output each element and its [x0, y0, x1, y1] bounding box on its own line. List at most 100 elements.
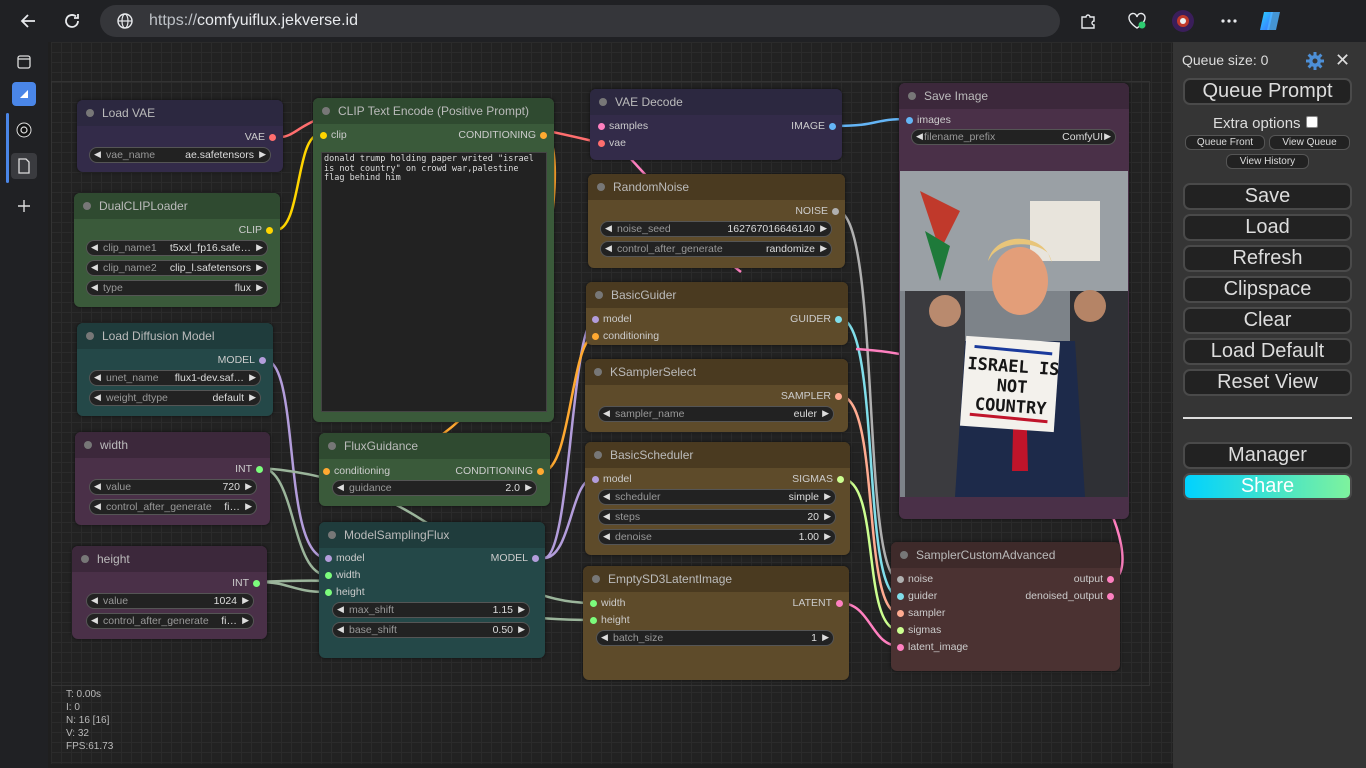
slot-dot[interactable] [259, 356, 266, 364]
chatgpt-icon[interactable] [12, 118, 36, 142]
back-arrow-icon[interactable] [15, 8, 41, 34]
view-queue-button[interactable]: View Queue [1269, 135, 1350, 150]
node-title[interactable]: Load Diffusion Model [77, 323, 273, 349]
node-random-noise[interactable]: RandomNoise NOISE noise_seed 162767016646… [588, 174, 845, 268]
extra-options-checkbox[interactable] [1306, 116, 1318, 128]
output-latent[interactable]: LATENT [793, 596, 843, 610]
widget-type[interactable]: type flux [86, 280, 268, 296]
workspace-icon[interactable] [12, 82, 36, 106]
input-conditioning[interactable]: conditioning [592, 329, 659, 343]
node-title[interactable]: FluxGuidance [319, 433, 550, 459]
input-height[interactable]: height [590, 613, 630, 627]
widget-guidance[interactable]: guidance 2.0 [332, 480, 537, 496]
more-dots-icon[interactable] [1216, 8, 1242, 34]
address-bar[interactable]: https://comfyuiflux.jekverse.id [100, 5, 1060, 37]
slot-dot[interactable] [537, 467, 544, 475]
url-text[interactable]: https://comfyuiflux.jekverse.id [149, 12, 358, 30]
graph-canvas[interactable]: Load VAE VAE vae_name ae.safetensors Dual… [51, 42, 1173, 764]
node-title[interactable]: VAE Decode [590, 89, 842, 115]
close-icon[interactable]: ✕ [1335, 50, 1350, 71]
widget-steps[interactable]: steps 20 [598, 509, 836, 525]
slot-dot[interactable] [836, 599, 843, 607]
widget-scheduler[interactable]: scheduler simple [598, 489, 836, 505]
input-sampler[interactable]: sampler [897, 606, 945, 620]
share-button[interactable]: Share [1183, 473, 1352, 500]
widget-noise-seed[interactable]: noise_seed 162767016646140 [600, 221, 832, 237]
widget-unet-name[interactable]: unet_name flux1-dev.saf… [89, 370, 261, 386]
slot-dot[interactable] [323, 467, 330, 475]
slot-dot[interactable] [1107, 592, 1114, 600]
input-guider[interactable]: guider [897, 589, 937, 603]
load-button[interactable]: Load [1183, 214, 1352, 241]
gear-icon[interactable] [1305, 51, 1325, 76]
input-width[interactable]: width [325, 568, 361, 582]
slot-dot[interactable] [897, 609, 904, 617]
node-vae-decode[interactable]: VAE Decode samples vae IMAGE [590, 89, 842, 160]
slot-dot[interactable] [325, 588, 332, 596]
slot-dot[interactable] [897, 592, 904, 600]
slot-dot[interactable] [835, 392, 842, 400]
slot-dot[interactable] [598, 122, 605, 130]
slot-dot[interactable] [897, 643, 904, 651]
reset-view-button[interactable]: Reset View [1183, 369, 1352, 396]
refresh-button[interactable]: Refresh [1183, 245, 1352, 272]
node-title[interactable]: ModelSamplingFlux [319, 522, 545, 548]
widget-value[interactable]: value 1024 [86, 593, 254, 609]
output-clip[interactable]: CLIP [239, 223, 273, 237]
output-denoised-output[interactable]: denoised_output [1025, 589, 1114, 603]
slot-dot[interactable] [906, 116, 913, 124]
input-sigmas[interactable]: sigmas [897, 623, 941, 637]
output-sampler[interactable]: SAMPLER [781, 389, 842, 403]
input-width[interactable]: width [590, 596, 626, 610]
input-height[interactable]: height [325, 585, 365, 599]
clear-button[interactable]: Clear [1183, 307, 1352, 334]
slot-dot[interactable] [598, 139, 605, 147]
node-title[interactable]: KSamplerSelect [585, 359, 848, 385]
heart-pulse-icon[interactable] [1124, 8, 1150, 34]
globe-icon[interactable] [116, 12, 134, 35]
input-noise[interactable]: noise [897, 572, 933, 586]
node-width[interactable]: width INT value 720 control_after_generat… [75, 432, 270, 525]
document-icon[interactable] [11, 153, 37, 179]
slot-dot[interactable] [253, 579, 260, 587]
slot-dot[interactable] [837, 475, 844, 483]
widget-denoise[interactable]: denoise 1.00 [598, 529, 836, 545]
node-title[interactable]: height [72, 546, 267, 572]
node-model-sampling-flux[interactable]: ModelSamplingFlux model width height MOD… [319, 522, 545, 658]
output-conditioning[interactable]: CONDITIONING [455, 464, 544, 478]
widget-control-after-generate[interactable]: control_after_generate randomize [600, 241, 832, 257]
load-default-button[interactable]: Load Default [1183, 338, 1352, 365]
slot-dot[interactable] [590, 599, 597, 607]
refresh-icon[interactable] [59, 8, 85, 34]
manager-button[interactable]: Manager [1183, 442, 1352, 469]
widget-clip-name1[interactable]: clip_name1 t5xxl_fp16.safe… [86, 240, 268, 256]
widget-filename-prefix[interactable]: filename_prefix ComfyUI [911, 129, 1116, 145]
node-title[interactable]: BasicGuider [586, 282, 848, 308]
output-sigmas[interactable]: SIGMAS [792, 472, 844, 486]
output-int[interactable]: INT [232, 576, 260, 590]
input-latent-image[interactable]: latent_image [897, 640, 968, 654]
slot-dot[interactable] [835, 315, 842, 323]
slot-dot[interactable] [592, 332, 599, 340]
node-title[interactable]: DualCLIPLoader [74, 193, 280, 219]
widget-batch-size[interactable]: batch_size 1 [596, 630, 834, 646]
queue-front-button[interactable]: Queue Front [1185, 135, 1265, 150]
input-samples[interactable]: samples [598, 119, 648, 133]
widget-base-shift[interactable]: base_shift 0.50 [332, 622, 530, 638]
node-load-diffusion-model[interactable]: Load Diffusion Model MODEL unet_name flux… [77, 323, 273, 416]
node-ksampler-select[interactable]: KSamplerSelect SAMPLER sampler_name euler [585, 359, 848, 432]
slot-dot[interactable] [532, 554, 539, 562]
slot-dot[interactable] [1107, 575, 1114, 583]
output-image-preview[interactable]: ISRAEL IS NOT COUNTRY [900, 171, 1128, 497]
output-int[interactable]: INT [235, 462, 263, 476]
output-guider[interactable]: GUIDER [790, 312, 842, 326]
slot-dot[interactable] [325, 554, 332, 562]
output-output[interactable]: output [1074, 572, 1114, 586]
widget-value[interactable]: value 720 [89, 479, 257, 495]
copilot-icon[interactable] [1257, 8, 1283, 34]
slot-dot[interactable] [256, 465, 263, 473]
output-model[interactable]: MODEL [491, 551, 539, 565]
save-button[interactable]: Save [1183, 183, 1352, 210]
slot-dot[interactable] [592, 475, 599, 483]
node-basic-guider[interactable]: BasicGuider model conditioning GUIDER [586, 282, 848, 345]
